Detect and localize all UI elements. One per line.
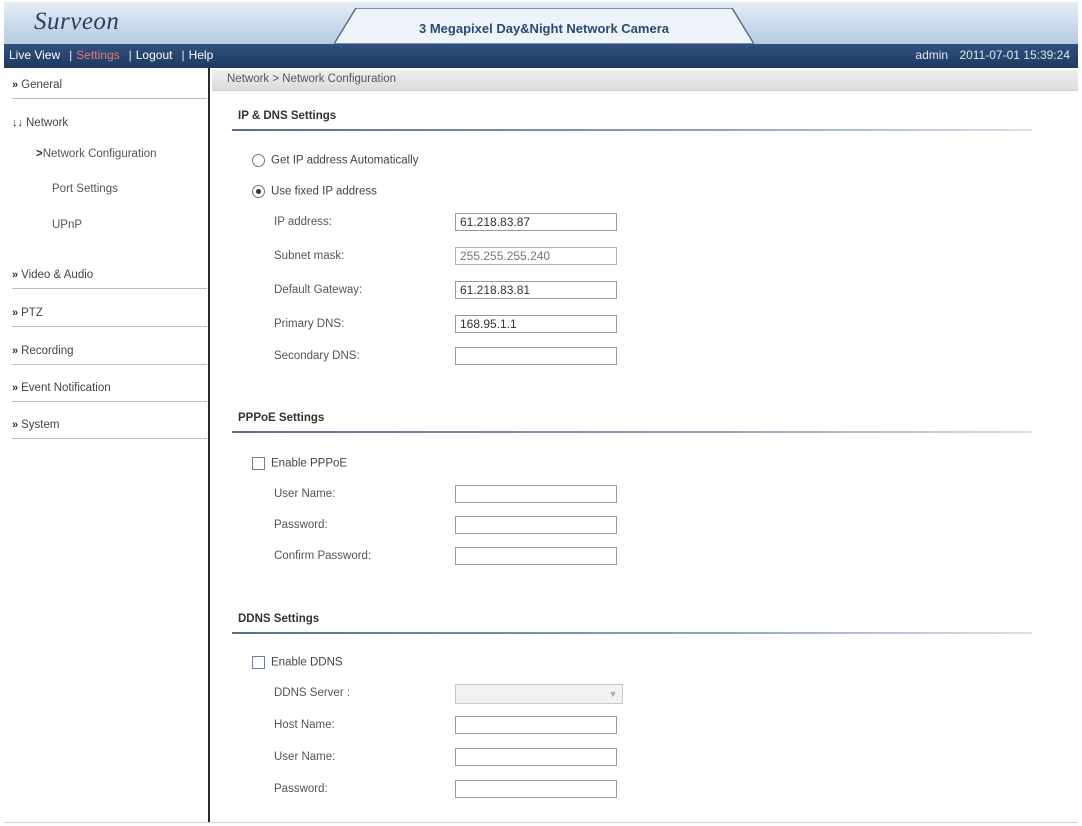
nav-separator: | bbox=[181, 48, 185, 62]
secondary-dns-input[interactable] bbox=[455, 347, 617, 365]
ddns-password-label: Password: bbox=[274, 783, 328, 795]
pppoe-username-input[interactable] bbox=[455, 485, 617, 503]
status-info: admin 2011-07-01 15:39:24 bbox=[915, 48, 1070, 62]
nav-live-view-link[interactable]: Live View bbox=[9, 48, 60, 62]
sidebar-label: PTZ bbox=[21, 307, 43, 319]
checkbox-label: Enable PPPoE bbox=[271, 457, 348, 470]
double-chevron-icon: » bbox=[12, 419, 19, 431]
nav-help-link[interactable]: Help bbox=[189, 48, 214, 62]
pppoe-section-title: PPPoE Settings bbox=[238, 412, 325, 424]
nav-settings-link[interactable]: Settings bbox=[76, 48, 119, 62]
sidebar-item-video-audio[interactable]: » Video & Audio bbox=[12, 262, 207, 289]
primary-dns-label: Primary DNS: bbox=[274, 318, 345, 330]
sidebar-sub-label: UPnP bbox=[52, 219, 83, 231]
sidebar-item-system[interactable]: » System bbox=[12, 412, 207, 439]
sidebar-label: Video & Audio bbox=[21, 269, 94, 281]
breadcrumb-bar: Network > Network Configuration bbox=[212, 70, 1078, 91]
double-chevron-icon: » bbox=[12, 79, 19, 91]
nav-separator: | bbox=[128, 48, 132, 62]
section-divider bbox=[232, 431, 1032, 433]
section-divider bbox=[232, 129, 1032, 131]
pppoe-username-label: User Name: bbox=[274, 488, 336, 500]
ddns-username-input[interactable] bbox=[455, 748, 617, 766]
sidebar-label: Event Notification bbox=[21, 382, 111, 394]
title-tab: 3 Megapixel Day&Night Network Camera bbox=[334, 8, 754, 44]
sidebar-label: System bbox=[21, 419, 60, 431]
app-header: Surveon 3 Megapixel Day&Night Network Ca… bbox=[4, 2, 1078, 45]
radio-label: Get IP address Automatically bbox=[271, 154, 419, 167]
default-gateway-input[interactable] bbox=[455, 281, 617, 299]
ddns-section-title: DDNS Settings bbox=[238, 613, 320, 625]
chevron-right-icon: > bbox=[36, 148, 43, 160]
sidebar-item-recording[interactable]: » Recording bbox=[12, 338, 207, 365]
enable-pppoe-option[interactable]: Enable PPPoE bbox=[252, 457, 347, 470]
sidebar-item-ptz[interactable]: » PTZ bbox=[12, 300, 207, 327]
pppoe-password-input[interactable] bbox=[455, 516, 617, 534]
ip-dns-section-title: IP & DNS Settings bbox=[238, 110, 337, 122]
sidebar-sub-label: Port Settings bbox=[52, 183, 118, 195]
top-nav: Live View | Settings | Logout | Help admin 201… bbox=[4, 44, 1078, 68]
subnet-mask-input[interactable] bbox=[455, 247, 617, 265]
sidebar-label: General bbox=[21, 79, 63, 91]
radio-fixed-ip[interactable] bbox=[252, 185, 265, 198]
enable-ddns-option[interactable]: Enable DDNS bbox=[252, 656, 343, 669]
ip-address-label: IP address: bbox=[274, 216, 332, 228]
enable-pppoe-checkbox[interactable] bbox=[252, 457, 265, 470]
section-divider bbox=[232, 632, 1032, 634]
product-title: 3 Megapixel Day&Night Network Camera bbox=[419, 21, 669, 36]
default-gateway-label: Default Gateway: bbox=[274, 284, 363, 296]
double-chevron-down-icon: ↓↓ bbox=[12, 117, 23, 129]
sidebar-divider bbox=[208, 68, 210, 823]
ddns-hostname-input[interactable] bbox=[455, 716, 617, 734]
radio-label: Use fixed IP address bbox=[271, 185, 377, 198]
ddns-server-label: DDNS Server : bbox=[274, 687, 351, 699]
primary-dns-input[interactable] bbox=[455, 315, 617, 333]
double-chevron-icon: » bbox=[12, 269, 19, 281]
bottom-border bbox=[4, 822, 1078, 823]
checkbox-label: Enable DDNS bbox=[271, 656, 343, 669]
double-chevron-icon: » bbox=[12, 307, 19, 319]
double-chevron-icon: » bbox=[12, 345, 19, 357]
double-chevron-icon: » bbox=[12, 382, 19, 394]
sidebar-item-network[interactable]: ↓↓ Network bbox=[12, 110, 207, 136]
subnet-mask-label: Subnet mask: bbox=[274, 250, 345, 262]
nav-separator: | bbox=[69, 48, 73, 62]
pppoe-confirm-password-label: Confirm Password: bbox=[274, 550, 372, 562]
secondary-dns-label: Secondary DNS: bbox=[274, 350, 360, 362]
sidebar-sub-label: Network Configuration bbox=[42, 148, 157, 160]
pppoe-password-label: Password: bbox=[274, 519, 328, 531]
nav-logout-link[interactable]: Logout bbox=[136, 48, 173, 62]
ip-fixed-option[interactable]: Use fixed IP address bbox=[252, 185, 377, 198]
ddns-username-label: User Name: bbox=[274, 751, 336, 763]
brand-logo: Surveon bbox=[34, 8, 120, 35]
ddns-hostname-label: Host Name: bbox=[274, 719, 335, 731]
ddns-password-input[interactable] bbox=[455, 780, 617, 798]
chevron-down-icon: ▼ bbox=[608, 689, 618, 699]
pppoe-confirm-password-input[interactable] bbox=[455, 547, 617, 565]
sidebar-label: Network bbox=[26, 117, 69, 129]
ddns-server-select[interactable]: ▼ bbox=[455, 684, 623, 704]
breadcrumb: Network > Network Configuration bbox=[227, 73, 397, 85]
sidebar-subitem-port-settings[interactable]: Port Settings bbox=[52, 183, 118, 195]
current-datetime: 2011-07-01 15:39:24 bbox=[959, 48, 1070, 62]
sidebar-item-general[interactable]: » General bbox=[12, 72, 207, 99]
sidebar-label: Recording bbox=[21, 345, 74, 357]
sidebar-subitem-upnp[interactable]: UPnP bbox=[52, 219, 82, 231]
enable-ddns-checkbox[interactable] bbox=[252, 656, 265, 669]
ip-address-input[interactable] bbox=[455, 213, 617, 231]
ip-auto-option[interactable]: Get IP address Automatically bbox=[252, 154, 418, 167]
current-user: admin bbox=[915, 48, 949, 62]
radio-auto-ip[interactable] bbox=[252, 154, 265, 167]
sidebar-subitem-network-configuration[interactable]: >Network Configuration bbox=[36, 148, 157, 160]
sidebar: » General ↓↓ Network >Network Configuratio… bbox=[4, 68, 209, 823]
sidebar-item-event-notification[interactable]: » Event Notification bbox=[12, 375, 207, 402]
